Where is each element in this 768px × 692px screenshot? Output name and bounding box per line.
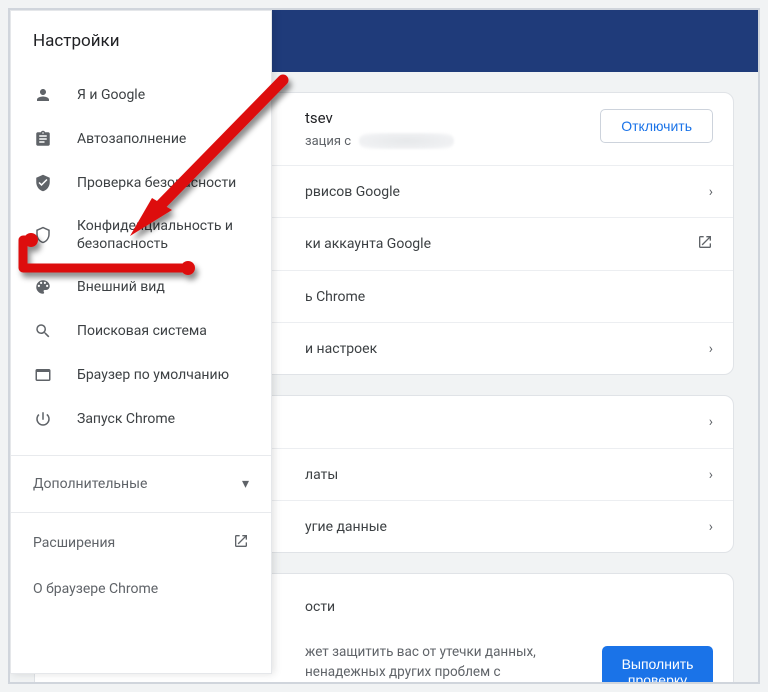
sidebar-item-label: Браузер по умолчанию [77, 366, 249, 384]
redacted-smudge [359, 133, 454, 149]
chevron-right-icon: › [709, 184, 713, 200]
sidebar-item-default-browser[interactable]: Браузер по умолчанию [11, 353, 271, 397]
sidebar-advanced-toggle[interactable]: Дополнительные ▾ [11, 462, 271, 506]
sidebar-item-label: Автозаполнение [77, 130, 249, 148]
chevron-right-icon: › [709, 341, 713, 357]
sidebar-title: Настройки [11, 11, 271, 69]
sidebar-item-label: Я и Google [77, 86, 249, 104]
chevron-right-icon: › [709, 414, 713, 430]
external-link-icon [233, 533, 249, 553]
sidebar-item-you-and-google[interactable]: Я и Google [11, 73, 271, 117]
clipboard-icon [33, 129, 53, 149]
sidebar-item-autofill[interactable]: Автозаполнение [11, 117, 271, 161]
browser-icon [33, 365, 53, 385]
divider [11, 455, 271, 456]
person-icon [33, 85, 53, 105]
safety-description: жет защитить вас от утечки данных, ненад… [305, 642, 602, 682]
account-sync-status: зация с [305, 133, 454, 149]
disconnect-button[interactable]: Отключить [600, 109, 713, 143]
sidebar-item-label: Конфиденциальность и безопасность [77, 217, 249, 253]
palette-icon [33, 277, 53, 297]
extensions-label: Расширения [33, 535, 115, 551]
settings-sidebar: Настройки Я и Google Автозаполнение Пров… [10, 10, 272, 674]
divider [11, 512, 271, 513]
chevron-right-icon: › [709, 519, 713, 535]
sidebar-item-safety-check[interactable]: Проверка безопасности [11, 161, 271, 205]
about-label: О браузере Chrome [33, 581, 158, 597]
power-icon [33, 409, 53, 429]
chevron-right-icon: › [709, 467, 713, 483]
sidebar-item-search-engine[interactable]: Поисковая система [11, 309, 271, 353]
run-safety-check-button[interactable]: Выполнить проверку [602, 646, 713, 682]
sidebar-extensions[interactable]: Расширения [11, 519, 271, 567]
account-name: tsev [305, 109, 454, 127]
sidebar-item-label: Запуск Chrome [77, 410, 249, 428]
shield-check-icon [33, 173, 53, 193]
advanced-label: Дополнительные [33, 476, 147, 492]
sidebar-item-appearance[interactable]: Внешний вид [11, 265, 271, 309]
sidebar-about-chrome[interactable]: О браузере Chrome [11, 567, 271, 611]
chevron-down-icon: ▾ [242, 476, 249, 492]
sidebar-item-on-startup[interactable]: Запуск Chrome [11, 397, 271, 441]
search-icon [33, 321, 53, 341]
external-link-icon [697, 234, 713, 254]
sidebar-item-privacy[interactable]: Конфиденциальность и безопасность [11, 205, 271, 265]
shield-icon [33, 225, 53, 245]
sidebar-item-label: Внешний вид [77, 278, 249, 296]
sidebar-item-label: Проверка безопасности [77, 174, 249, 192]
sidebar-item-label: Поисковая система [77, 322, 249, 340]
